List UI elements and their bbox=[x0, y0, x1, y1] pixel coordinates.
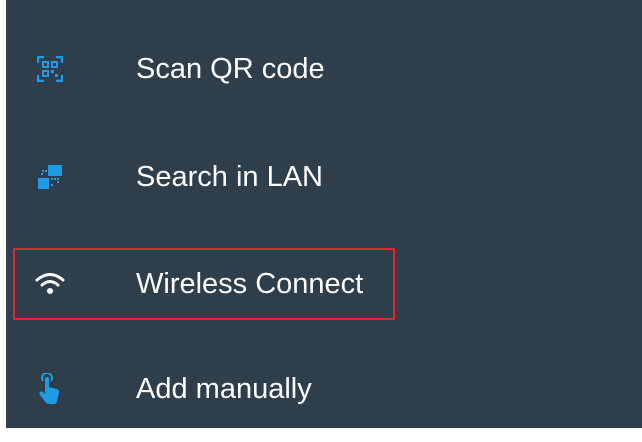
touch-hand-icon bbox=[34, 373, 66, 405]
menu-item-label: Scan QR code bbox=[136, 52, 325, 85]
menu-item-scan-qr[interactable]: Scan QR code bbox=[6, 16, 642, 122]
menu-item-wireless-connect[interactable]: Wireless Connect bbox=[6, 231, 642, 337]
menu-item-label: Wireless Connect bbox=[136, 267, 364, 300]
menu-item-add-manually[interactable]: Add manually bbox=[6, 336, 642, 442]
menu-item-label: Add manually bbox=[136, 372, 312, 405]
wifi-icon bbox=[34, 268, 66, 300]
menu-item-search-lan[interactable]: Search in LAN bbox=[6, 124, 642, 230]
qr-code-icon bbox=[34, 53, 66, 85]
add-device-menu: Scan QR code Search in LAN Wireless Conn… bbox=[6, 0, 642, 428]
menu-item-label: Search in LAN bbox=[136, 160, 323, 193]
lan-search-icon bbox=[34, 161, 66, 193]
